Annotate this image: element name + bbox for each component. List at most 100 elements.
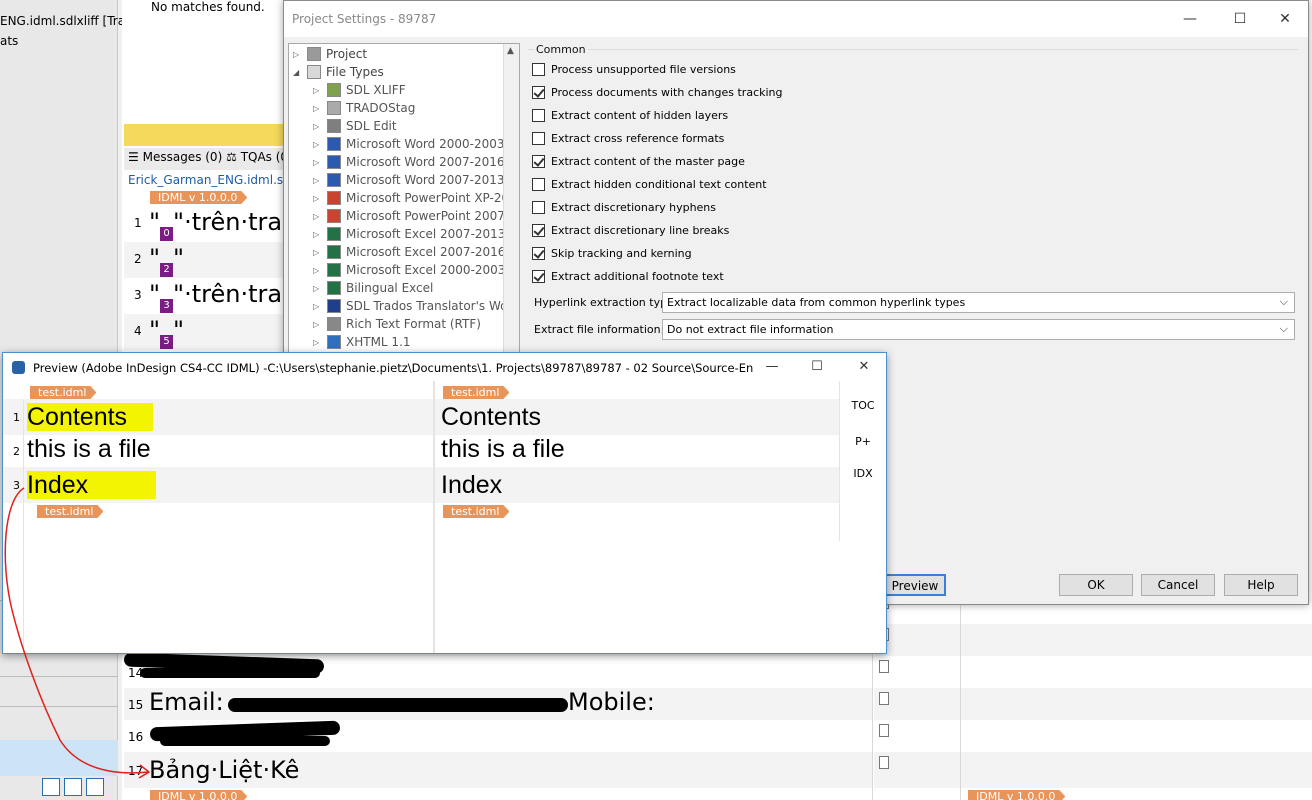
document-tab[interactable]: Erick_Garman_ENG.idml.sdlxl	[128, 173, 305, 187]
option-row[interactable]: Extract additional footnote text	[532, 267, 724, 285]
option-checkbox[interactable]	[532, 154, 545, 168]
pane-divider	[0, 706, 118, 707]
hyperlink-extraction-select[interactable]: Extract localizable data from common hyp…	[662, 292, 1295, 313]
selected-pane-item[interactable]	[0, 740, 118, 776]
option-row[interactable]: Extract hidden conditional text content	[532, 175, 767, 193]
option-row[interactable]: Skip tracking and kerning	[532, 244, 692, 262]
tree-expander-icon[interactable]: ▷	[313, 194, 323, 203]
target-text: this is a file	[441, 435, 565, 463]
tree-item[interactable]: ▷ Microsoft PowerPoint XP-2003	[313, 189, 519, 207]
tree-item[interactable]: ▷ SDL Edit	[313, 117, 397, 135]
option-row[interactable]: Extract content of hidden layers	[532, 106, 728, 124]
option-checkbox[interactable]	[532, 108, 545, 122]
tree-expander-icon[interactable]: ▷	[313, 176, 323, 185]
source-cell[interactable]: Index	[23, 467, 431, 503]
file-tag: test.idml	[37, 505, 103, 518]
segment-text[interactable]: " 2 "	[149, 244, 184, 277]
minimize-icon[interactable]: —	[763, 358, 781, 376]
tree-expander-icon[interactable]: ▷	[313, 158, 323, 167]
file-list-item[interactable]: ENG.idml.sdlxliff [Tran	[0, 14, 133, 28]
tqas-tab[interactable]: TQAs (0)	[241, 150, 286, 164]
pane-button-icon[interactable]	[86, 778, 104, 796]
target-cell[interactable]: this is a file	[435, 435, 839, 467]
segment-text[interactable]: Mobile:	[568, 688, 655, 716]
file-type-icon	[327, 245, 341, 259]
option-checkbox[interactable]	[532, 62, 545, 76]
app-icon	[12, 361, 25, 374]
source-cell[interactable]: Contents	[23, 399, 431, 435]
segment-text[interactable]: Bảng·Liệt·Kê	[149, 756, 299, 784]
minimize-icon[interactable]: —	[1180, 9, 1200, 29]
target-cell[interactable]: Index	[435, 467, 839, 503]
tree-item[interactable]: ▷ XHTML 1.1	[313, 333, 411, 351]
segment-text[interactable]: Email:	[149, 688, 224, 716]
maximize-icon[interactable]: ☐	[808, 358, 826, 376]
option-checkbox[interactable]	[532, 131, 545, 145]
tree-expander-icon[interactable]: ▷	[313, 284, 323, 293]
tree-expander-icon[interactable]: ◢	[293, 68, 303, 77]
tree-item-label: XHTML 1.1	[346, 335, 411, 349]
segment-number: 4	[134, 324, 142, 338]
tree-expander-icon[interactable]: ▷	[313, 338, 323, 347]
tree-expander-icon[interactable]: ▷	[313, 302, 323, 311]
option-checkbox[interactable]	[532, 269, 545, 283]
close-icon[interactable]: ✕	[855, 358, 873, 376]
option-checkbox[interactable]	[532, 246, 545, 260]
tree-item[interactable]: ▷ Project	[293, 45, 367, 63]
tree-expander-icon[interactable]: ▷	[313, 248, 323, 257]
tree-item[interactable]: ▷ Microsoft Excel 2007-2016	[313, 243, 505, 261]
segment-text[interactable]: " 3 "·trên·trar	[149, 280, 292, 313]
maximize-icon[interactable]: ☐	[1230, 9, 1250, 29]
tree-scrollbar[interactable]: ▲	[503, 44, 519, 362]
preview-window: Preview (Adobe InDesign CS4-CC IDML) -C:…	[2, 352, 887, 654]
option-row[interactable]: Extract cross reference formats	[532, 129, 724, 147]
preview-button[interactable]: Preview	[884, 574, 946, 596]
option-row[interactable]: Extract content of the master page	[532, 152, 745, 170]
dialog-titlebar[interactable]: Project Settings - 89787 — ☐ ✕	[284, 1, 1308, 37]
tree-expander-icon[interactable]: ▷	[313, 230, 323, 239]
file-info-select[interactable]: Do not extract file information ⌵	[662, 319, 1295, 340]
option-row[interactable]: Process unsupported file versions	[532, 60, 736, 78]
option-checkbox[interactable]	[532, 85, 545, 99]
tree-item[interactable]: ▷ Bilingual Excel	[313, 279, 433, 297]
tree-expander-icon[interactable]: ▷	[293, 50, 303, 59]
cancel-button[interactable]: Cancel	[1141, 574, 1215, 596]
tree-expander-icon[interactable]: ▷	[313, 104, 323, 113]
tree-expander-icon[interactable]: ▷	[313, 86, 323, 95]
tree-item[interactable]: ▷ SDL XLIFF	[313, 81, 406, 99]
tree-item[interactable]: ▷ Microsoft Word 2007-2016	[313, 153, 505, 171]
messages-tab[interactable]: Messages (0)	[143, 150, 223, 164]
tree-item[interactable]: ◢ File Types	[293, 63, 384, 81]
tree-item[interactable]: ▷ Microsoft Excel 2007-2013	[313, 225, 505, 243]
tree-expander-icon[interactable]: ▷	[313, 212, 323, 221]
pane-button-icon[interactable]	[64, 778, 82, 796]
ok-button[interactable]: OK	[1059, 574, 1133, 596]
tree-expander-icon[interactable]: ▷	[313, 122, 323, 131]
tree-item[interactable]: ▷ SDL Trados Translator's Work	[313, 297, 519, 315]
tree-expander-icon[interactable]: ▷	[313, 266, 323, 275]
tree-expander-icon[interactable]: ▷	[313, 140, 323, 149]
tree-item[interactable]: ▷ Microsoft PowerPoint 2007-20	[313, 207, 519, 225]
option-row[interactable]: Extract discretionary hyphens	[532, 198, 716, 216]
option-row[interactable]: Extract discretionary line breaks	[532, 221, 729, 239]
pane-button-icon[interactable]	[42, 778, 60, 796]
option-row[interactable]: Process documents with changes tracking	[532, 83, 783, 101]
tree-item[interactable]: ▷ TRADOStag	[313, 99, 415, 117]
option-checkbox[interactable]	[532, 200, 545, 214]
help-button[interactable]: Help	[1224, 574, 1298, 596]
tree-item[interactable]: ▷ Microsoft Excel 2000-2003	[313, 261, 505, 279]
scroll-up-icon[interactable]: ▲	[507, 46, 514, 56]
source-cell[interactable]: this is a file	[23, 435, 431, 467]
close-icon[interactable]: ✕	[1275, 9, 1295, 29]
tree-item[interactable]: ▷ Microsoft Word 2007-2013	[313, 171, 505, 189]
tree-item[interactable]: ▷ Microsoft Word 2000-2003	[313, 135, 505, 153]
tree-item[interactable]: ▷ Rich Text Format (RTF)	[313, 315, 481, 333]
option-label: Process unsupported file versions	[551, 62, 736, 76]
tree-expander-icon[interactable]: ▷	[313, 320, 323, 329]
target-cell[interactable]: Contents	[435, 399, 839, 435]
option-checkbox[interactable]	[532, 223, 545, 237]
preview-titlebar[interactable]: Preview (Adobe InDesign CS4-CC IDML) -C:…	[3, 353, 886, 381]
option-checkbox[interactable]	[532, 177, 545, 191]
segment-text[interactable]: " 0 "·trên·trar	[149, 208, 292, 241]
segment-text[interactable]: " 5 "	[149, 316, 184, 349]
